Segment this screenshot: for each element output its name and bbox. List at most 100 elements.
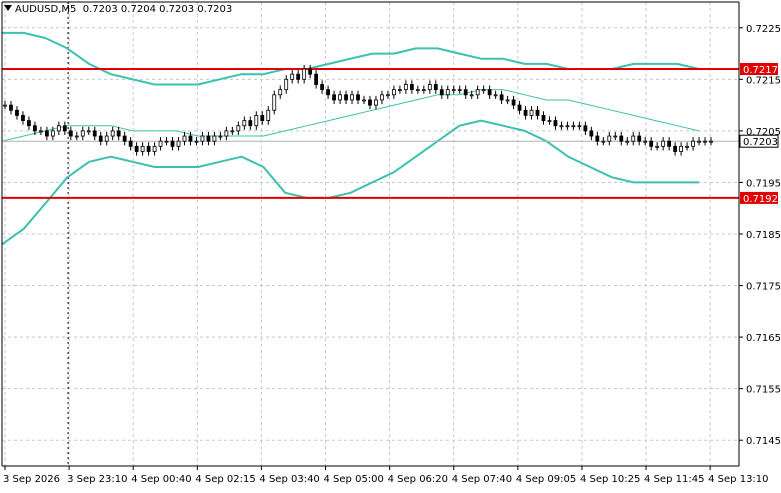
candle-body bbox=[380, 94, 384, 101]
x-tick-label: 4 Sep 06:20 bbox=[388, 474, 448, 485]
candle-body bbox=[38, 130, 43, 133]
candle-body bbox=[643, 140, 648, 143]
y-tick-label: 0.7215 bbox=[746, 75, 781, 86]
candle-body bbox=[242, 120, 247, 127]
y-tick-label: 0.7225 bbox=[746, 24, 781, 35]
symbol-label: AUDUSD,M5 bbox=[15, 4, 77, 15]
candle-body bbox=[685, 145, 689, 148]
candle-body bbox=[601, 140, 606, 143]
candle-body bbox=[212, 135, 217, 142]
candle-body bbox=[487, 89, 492, 96]
candle-body bbox=[290, 73, 295, 80]
y-tick-label: 0.7145 bbox=[746, 436, 781, 447]
candle-body bbox=[128, 140, 133, 147]
x-tick-label: 4 Sep 05:00 bbox=[324, 474, 384, 485]
candle-body bbox=[577, 125, 582, 128]
y-tick-label: 0.7175 bbox=[746, 282, 781, 293]
candle-body bbox=[553, 120, 558, 127]
candle-body bbox=[122, 135, 127, 142]
candle-body bbox=[260, 115, 265, 121]
candle-body bbox=[116, 130, 121, 137]
candle-body bbox=[392, 89, 396, 96]
candle-body bbox=[356, 94, 360, 101]
candle-body bbox=[493, 94, 498, 97]
candle-body bbox=[80, 130, 85, 137]
candle-body bbox=[140, 145, 145, 152]
candle-body bbox=[50, 130, 55, 137]
candle-body bbox=[709, 140, 713, 143]
candle-body bbox=[224, 130, 229, 137]
candle-body bbox=[248, 120, 253, 127]
candle-body bbox=[649, 140, 654, 147]
candle-body bbox=[62, 125, 67, 132]
candle-body bbox=[302, 68, 307, 80]
x-tick-label: 3 Sep 23:10 bbox=[67, 474, 127, 485]
x-tick-label: 4 Sep 07:40 bbox=[452, 474, 512, 485]
y-tick-label: 0.7185 bbox=[746, 230, 781, 241]
candle-body bbox=[338, 94, 342, 101]
candle-body bbox=[397, 89, 402, 92]
candle-body bbox=[368, 99, 372, 106]
candle-body bbox=[433, 84, 438, 91]
candle-body bbox=[308, 68, 313, 75]
candle-body bbox=[421, 89, 426, 92]
candle-body bbox=[637, 135, 642, 142]
candle-body bbox=[170, 140, 175, 147]
candle-body bbox=[9, 104, 13, 111]
candle-body bbox=[332, 94, 336, 101]
candle-body bbox=[547, 120, 552, 122]
price-chart[interactable]: 0.72170.71920.7203 0.72250.72150.72050.7… bbox=[0, 0, 781, 489]
candle-body bbox=[457, 89, 462, 92]
candle-body bbox=[218, 135, 223, 138]
candle-body bbox=[505, 99, 510, 102]
candle-body bbox=[661, 140, 666, 147]
candle-body bbox=[679, 145, 684, 152]
ohlc-readout: 0.7203 0.7204 0.7203 0.7203 bbox=[82, 4, 233, 15]
candle-body bbox=[362, 99, 366, 102]
candle-body bbox=[499, 94, 504, 101]
candle-body bbox=[535, 109, 540, 116]
candle-body bbox=[439, 89, 444, 96]
candle-body bbox=[188, 135, 193, 142]
y-tick-label: 0.7155 bbox=[746, 385, 781, 396]
chart-area[interactable]: 0.7217 0.7192 0.7203 0.7225 0.7215 0.7205 0.7… bbox=[0, 0, 781, 489]
x-tick-label: 4 Sep 02:15 bbox=[195, 474, 255, 485]
candle-body bbox=[27, 120, 31, 127]
candle-body bbox=[691, 140, 695, 147]
candle-body bbox=[152, 145, 157, 152]
y-tick-label: 0.7205 bbox=[746, 127, 781, 138]
candle-body bbox=[230, 130, 235, 133]
candle-body bbox=[200, 135, 205, 142]
candle-body bbox=[481, 89, 486, 92]
x-tick-label: 4 Sep 13:10 bbox=[708, 474, 768, 485]
candle-body bbox=[559, 125, 564, 128]
candle-body bbox=[451, 89, 456, 92]
candle-body bbox=[92, 130, 97, 137]
candle-body bbox=[104, 135, 109, 142]
candle-body bbox=[697, 140, 701, 143]
candle-body bbox=[206, 135, 211, 142]
chart-background bbox=[0, 0, 781, 489]
candle-body bbox=[541, 115, 546, 121]
candle-body bbox=[403, 84, 408, 91]
x-tick-label: 4 Sep 10:25 bbox=[580, 474, 640, 485]
candle-body bbox=[571, 125, 576, 128]
candle-body bbox=[320, 84, 325, 91]
candle-body bbox=[583, 125, 588, 132]
x-tick-label: 4 Sep 09:05 bbox=[516, 474, 576, 485]
candle-body bbox=[409, 84, 414, 91]
candle-body bbox=[565, 125, 570, 128]
candle-body bbox=[158, 140, 163, 147]
candle-body bbox=[284, 78, 289, 91]
collapse-triangle-icon[interactable] bbox=[4, 5, 12, 11]
candle-body bbox=[74, 135, 79, 138]
candle-body bbox=[703, 140, 707, 143]
candle-body bbox=[625, 140, 630, 143]
candle-body bbox=[15, 109, 19, 116]
candle-body bbox=[427, 84, 432, 91]
candle-body bbox=[278, 89, 283, 96]
candle-body bbox=[350, 94, 354, 101]
candle-body bbox=[254, 115, 259, 127]
candle-body bbox=[182, 135, 187, 142]
candle-body bbox=[86, 130, 91, 133]
